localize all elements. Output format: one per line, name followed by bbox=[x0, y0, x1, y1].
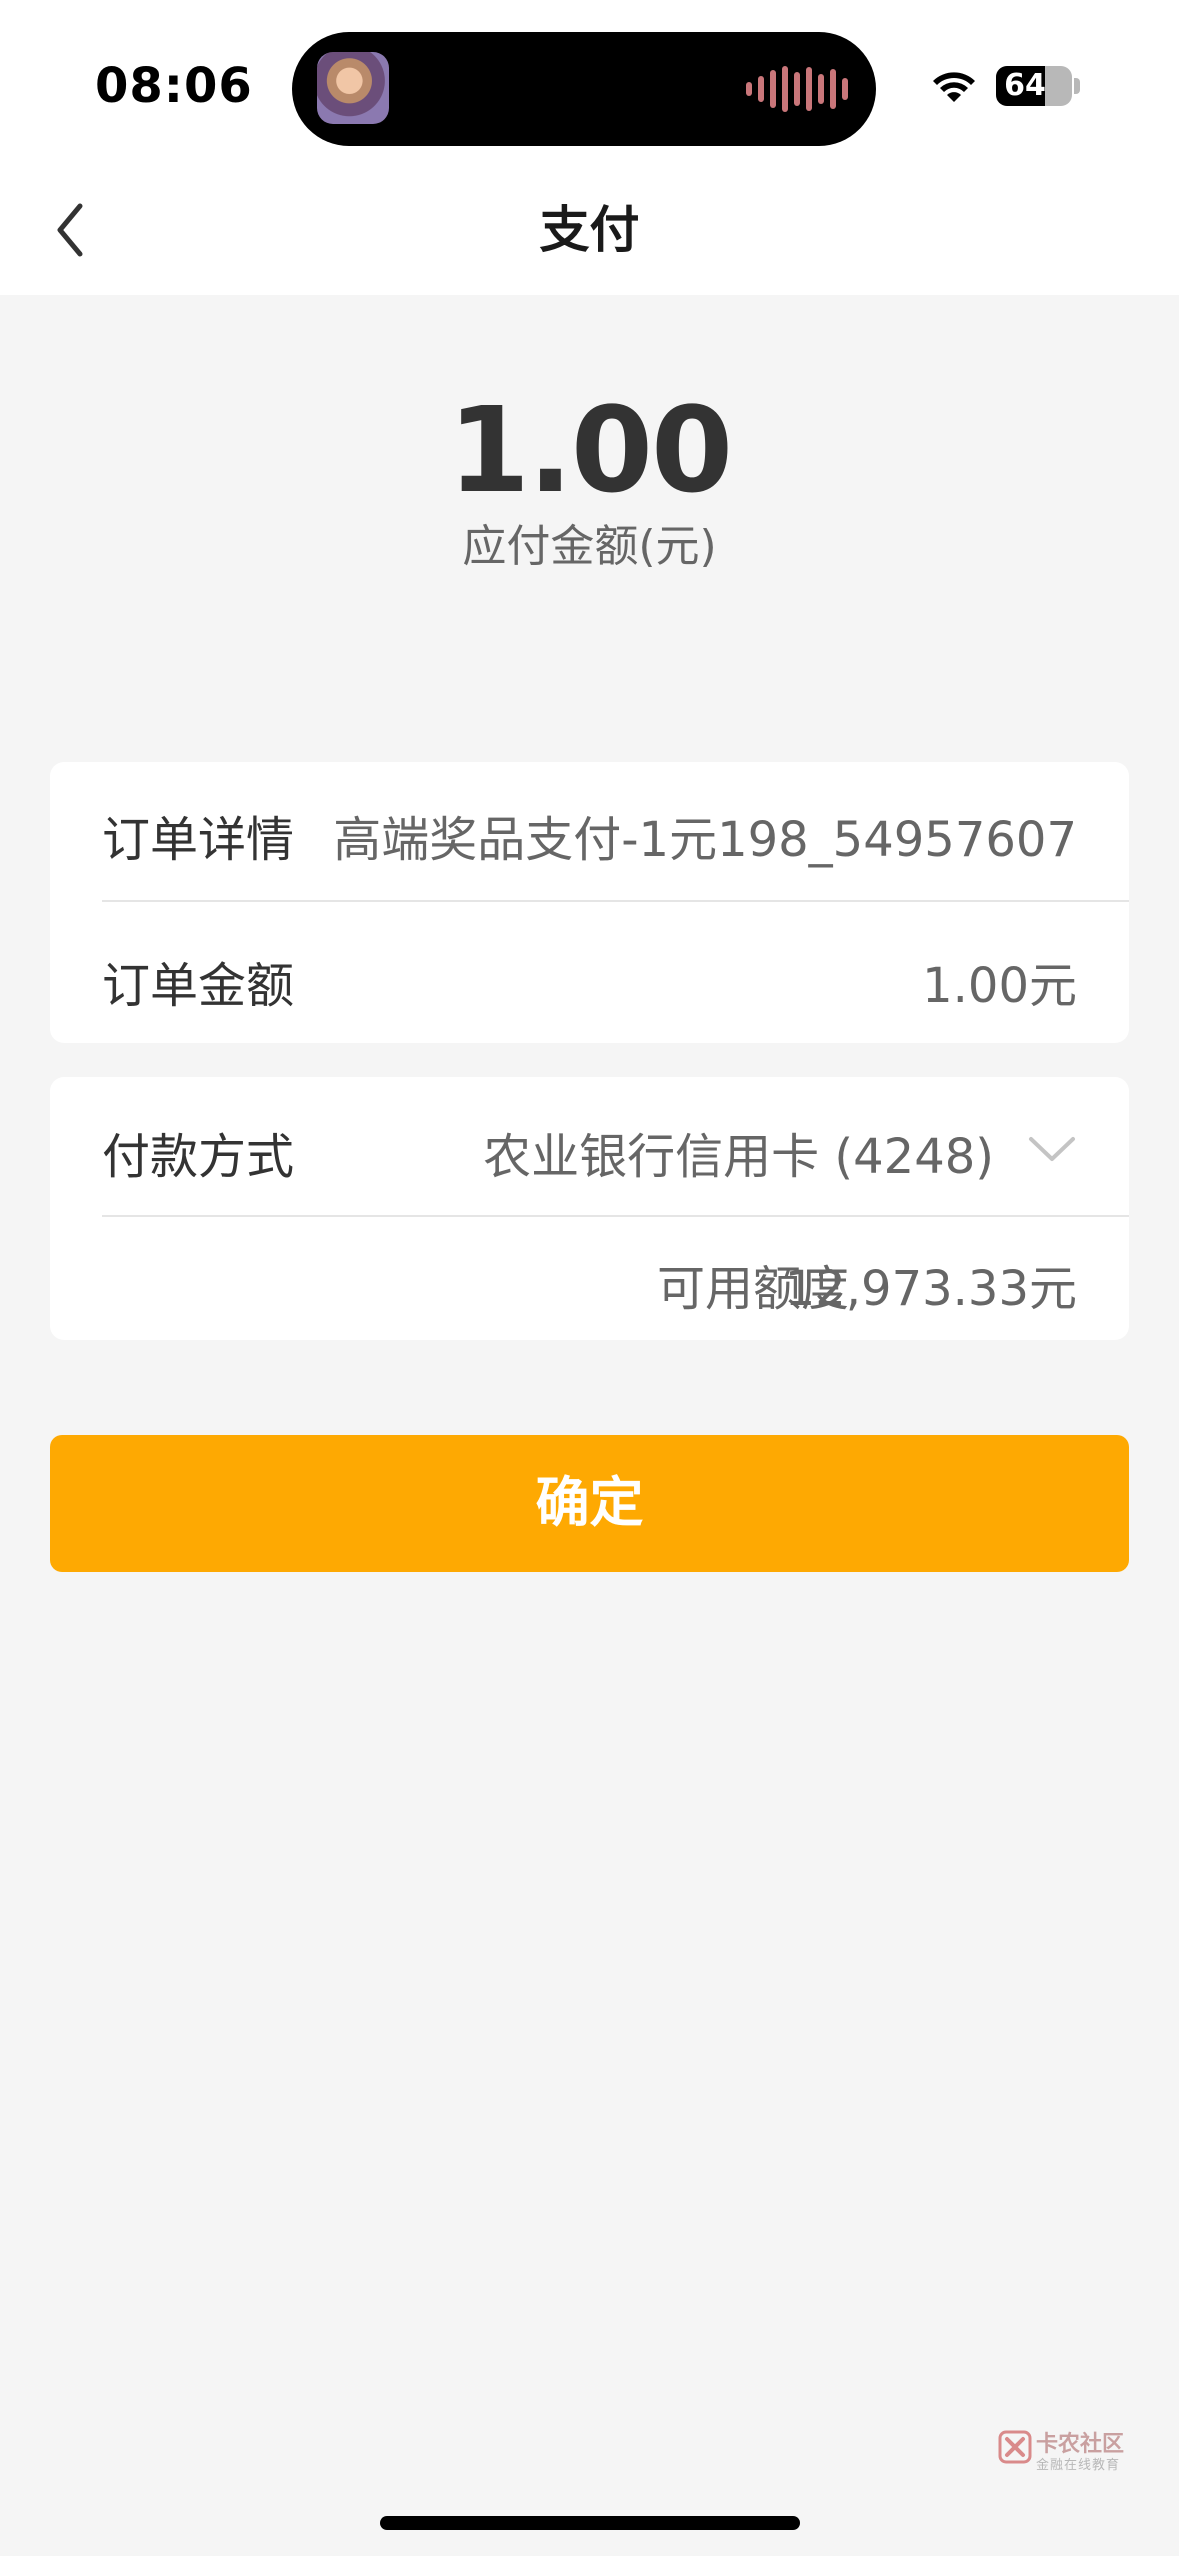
dynamic-island[interactable] bbox=[292, 32, 876, 146]
payment-screen: 08:06 64 支付 1.00 应付金额(元) 订单详情 高端奖品支付-1元1… bbox=[0, 0, 1179, 2556]
order-detail-label: 订单详情 bbox=[102, 812, 295, 868]
order-amount-value: 1.00元 bbox=[922, 958, 1077, 1014]
payable-amount: 1.00 应付金额(元) bbox=[0, 385, 1179, 577]
order-detail-value: 高端奖品支付-1元198_54957607 bbox=[333, 812, 1077, 868]
available-credit-value: 12,973.33元 bbox=[784, 1261, 1077, 1317]
payment-method-value: 农业银行信用卡 (4248) bbox=[483, 1129, 994, 1185]
order-amount-row: 订单金额 1.00元 bbox=[50, 902, 1129, 1043]
audio-waveform-icon bbox=[746, 66, 848, 112]
available-credit-row: 可用额度 12,973.33元 bbox=[50, 1217, 1129, 1340]
watermark-subtitle: 金融在线教育 bbox=[1036, 2458, 1121, 2473]
navigation-bar: 支付 bbox=[0, 165, 1179, 295]
amount-value: 1.00 bbox=[447, 381, 733, 519]
payment-method-card: 付款方式 农业银行信用卡 (4248) 可用额度 12,973.33元 bbox=[50, 1077, 1129, 1340]
page-title: 支付 bbox=[539, 201, 640, 259]
status-time: 08:06 bbox=[95, 58, 253, 114]
order-detail-row: 订单详情 高端奖品支付-1元198_54957607 bbox=[50, 762, 1129, 902]
payment-method-label: 付款方式 bbox=[102, 1129, 295, 1185]
status-bar: 08:06 64 bbox=[0, 0, 1179, 165]
battery-icon: 64 bbox=[996, 66, 1072, 106]
back-button[interactable] bbox=[40, 195, 100, 265]
watermark-logo: 卡农社区 金融在线教育 bbox=[998, 2424, 1128, 2482]
confirm-button[interactable]: 确定 bbox=[50, 1435, 1129, 1572]
battery-cap bbox=[1074, 78, 1080, 94]
order-amount-label: 订单金额 bbox=[102, 958, 295, 1014]
now-playing-artwork bbox=[317, 52, 389, 124]
chevron-left-icon bbox=[57, 203, 83, 257]
order-info-card: 订单详情 高端奖品支付-1元198_54957607 订单金额 1.00元 bbox=[50, 762, 1129, 1043]
kanong-logo-icon bbox=[998, 2430, 1032, 2464]
wifi-icon bbox=[933, 72, 975, 102]
battery-level-text: 64 bbox=[1004, 68, 1046, 103]
amount-label: 应付金额(元) bbox=[462, 521, 717, 572]
payment-method-row[interactable]: 付款方式 农业银行信用卡 (4248) bbox=[50, 1077, 1129, 1217]
home-indicator[interactable] bbox=[380, 2516, 800, 2530]
chevron-down-icon[interactable] bbox=[1027, 1129, 1077, 1169]
